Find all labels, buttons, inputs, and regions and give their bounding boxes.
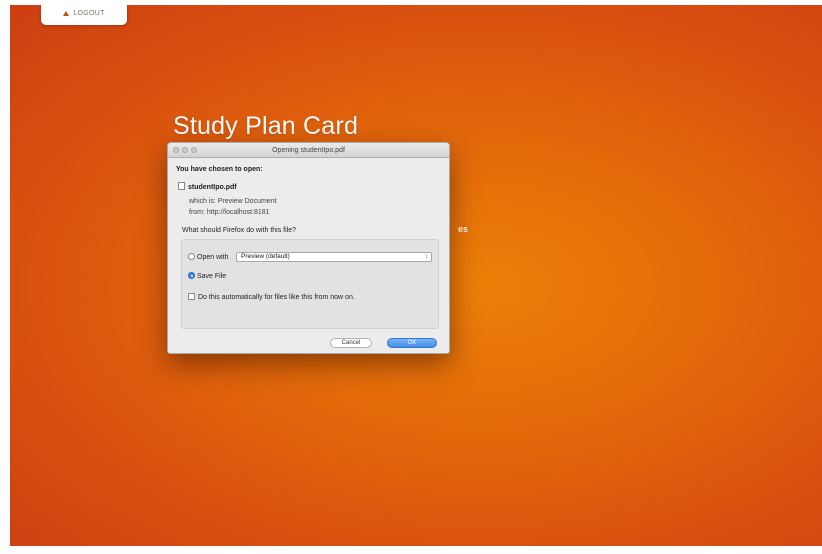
auto-option[interactable]: Do this automatically for files like thi… — [188, 293, 355, 301]
window-controls — [173, 147, 197, 153]
save-file-option[interactable]: Save File — [188, 272, 226, 280]
open-with-label: Open with — [197, 254, 229, 261]
zoom-window-icon[interactable] — [191, 147, 197, 153]
auto-checkbox[interactable] — [188, 293, 195, 300]
minimize-window-icon[interactable] — [182, 147, 188, 153]
auto-label: Do this automatically for files like thi… — [198, 294, 355, 301]
open-file-dialog: Opening studentIpo.pdf You have chosen t… — [167, 142, 450, 354]
dialog-title: Opening studentIpo.pdf — [272, 146, 345, 154]
cancel-button[interactable]: Cancel — [330, 338, 372, 348]
action-group: Open with Preview (default) ↕ Save File … — [181, 239, 439, 329]
select-arrows-icon: ↕ — [425, 254, 428, 260]
app-background: LOGOUT Study Plan Card es Opening studen… — [10, 5, 822, 546]
ok-button[interactable]: OK — [387, 338, 437, 348]
close-window-icon[interactable] — [173, 147, 179, 153]
file-source: from: http://localhost:8181 — [189, 209, 270, 216]
logout-label: LOGOUT — [73, 9, 105, 17]
page-title: Study Plan Card — [173, 112, 359, 140]
open-with-select[interactable]: Preview (default) ↕ — [236, 252, 432, 262]
save-file-radio[interactable] — [188, 272, 195, 279]
file-name-row: studentIpo.pdf — [178, 182, 237, 191]
logout-button[interactable]: LOGOUT — [41, 5, 127, 25]
file-name: studentIpo.pdf — [188, 184, 237, 191]
open-with-option[interactable]: Open with — [188, 253, 229, 261]
partially-hidden-text: es — [458, 224, 469, 234]
action-question: What should Firefox do with this file? — [182, 227, 296, 234]
dialog-intro: You have chosen to open: — [176, 166, 263, 173]
dialog-titlebar[interactable]: Opening studentIpo.pdf — [168, 143, 449, 158]
save-file-label: Save File — [197, 273, 227, 280]
logout-icon — [63, 10, 70, 16]
open-with-select-value: Preview (default) — [241, 253, 290, 260]
open-with-radio[interactable] — [188, 253, 195, 260]
file-type: which is: Preview Document — [189, 198, 277, 205]
pdf-file-icon — [178, 182, 185, 190]
